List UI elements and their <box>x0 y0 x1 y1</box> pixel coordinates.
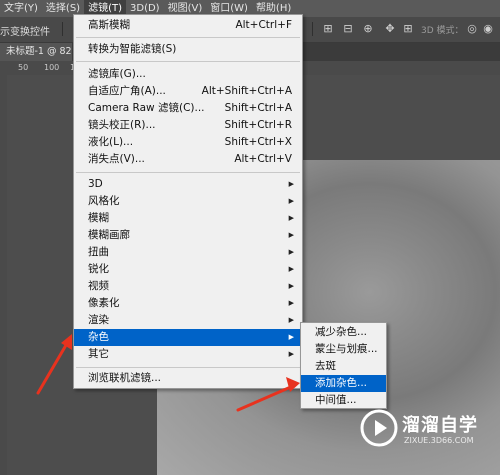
submenu-arrow-icon: ▶ <box>288 316 294 324</box>
menu-item-liquify[interactable]: 液化(L)... Shift+Ctrl+X <box>74 134 302 151</box>
menu-item-label: 模糊画廊 <box>88 229 130 241</box>
menu-item-last-filter[interactable]: 高斯模糊 Alt+Ctrl+F <box>74 17 302 34</box>
roll-icon[interactable]: ◉ <box>482 23 494 35</box>
menu-item-filter-gallery[interactable]: 滤镜库(G)... <box>74 66 302 83</box>
menu-item-stylize[interactable]: 风格化 ▶ <box>74 193 302 210</box>
menu-item-convert-smart-filters[interactable]: 转换为智能滤镜(S) <box>74 41 302 58</box>
menu-item-pixelate[interactable]: 像素化 ▶ <box>74 295 302 312</box>
submenu-item-add-noise[interactable]: 添加杂色... <box>301 375 386 392</box>
menu-item-label: 添加杂色... <box>315 377 368 389</box>
menu-item-label: 中间值... <box>315 394 357 406</box>
menu-item-label: 减少杂色... <box>315 326 368 338</box>
submenu-arrow-icon: ▶ <box>288 333 294 341</box>
filter-menu: 高斯模糊 Alt+Ctrl+F 转换为智能滤镜(S) 滤镜库(G)... 自适应… <box>73 14 303 389</box>
document-tab[interactable]: 未标题-1 @ 82.6 <box>0 43 72 61</box>
options-separator <box>312 22 313 36</box>
menu-item-label: 视频 <box>88 280 109 292</box>
menu-item-label: 像素化 <box>88 297 120 309</box>
menu-item-noise[interactable]: 杂色 ▶ <box>74 329 302 346</box>
options-separator <box>62 22 63 36</box>
submenu-arrow-icon: ▶ <box>288 231 294 239</box>
grid-icon[interactable]: ⊞ <box>402 23 414 35</box>
watermark-logo-icon <box>360 409 398 447</box>
menu-item-label: 其它 <box>88 348 109 360</box>
submenu-item-dust-scratches[interactable]: 蒙尘与划痕... <box>301 341 386 358</box>
menu-item-label: 蒙尘与划痕... <box>315 343 378 355</box>
menu-item-label: 转换为智能滤镜(S) <box>88 43 177 55</box>
menu-separator <box>76 367 300 368</box>
submenu-arrow-icon: ▶ <box>288 299 294 307</box>
vertical-ruler <box>0 75 7 475</box>
noise-submenu: 减少杂色... 蒙尘与划痕... 去斑 添加杂色... 中间值... <box>300 322 387 409</box>
align-center-icon[interactable]: ⊕ <box>362 23 374 35</box>
menu-item-label: 高斯模糊 <box>88 19 130 31</box>
menu-item-shortcut: Shift+Ctrl+X <box>224 136 292 148</box>
menu-item-shortcut: Alt+Ctrl+V <box>234 153 292 165</box>
submenu-item-despeckle[interactable]: 去斑 <box>301 358 386 375</box>
menu-item-label: 消失点(V)... <box>88 153 145 165</box>
menu-item-distort[interactable]: 扭曲 ▶ <box>74 244 302 261</box>
submenu-arrow-icon: ▶ <box>288 350 294 358</box>
distribute-icon[interactable]: ⊟ <box>342 23 354 35</box>
menu-item-browse-online-filters[interactable]: 浏览联机滤镜... <box>74 370 302 387</box>
menu-item-label: 液化(L)... <box>88 136 134 148</box>
menu-item-adaptive-wide-angle[interactable]: 自适应广角(A)... Alt+Shift+Ctrl+A <box>74 83 302 100</box>
menu-item-label: 3D <box>88 178 103 190</box>
menu-item-label: 浏览联机滤镜... <box>88 372 162 384</box>
menu-item-label: 模糊 <box>88 212 109 224</box>
menu-item-video[interactable]: 视频 ▶ <box>74 278 302 295</box>
menu-item-lens-correction[interactable]: 镜头校正(R)... Shift+Ctrl+R <box>74 117 302 134</box>
submenu-arrow-icon: ▶ <box>288 214 294 222</box>
menu-item-label: 滤镜库(G)... <box>88 68 146 80</box>
move-icon[interactable]: ✥ <box>384 23 396 35</box>
show-transform-controls-label[interactable]: 示变换控件 <box>0 23 50 38</box>
watermark-name: 溜溜自学 <box>402 415 478 436</box>
ruler-tick: 100 <box>44 63 60 72</box>
menu-item-label: 风格化 <box>88 195 120 207</box>
menu-item-label: Camera Raw 滤镜(C)... <box>88 102 205 114</box>
menu-item-shortcut: Shift+Ctrl+A <box>224 102 292 114</box>
menu-item-label: 锐化 <box>88 263 109 275</box>
3d-mode-label: 3D 模式： <box>421 26 464 36</box>
menu-item-blur[interactable]: 模糊 ▶ <box>74 210 302 227</box>
menu-item-camera-raw[interactable]: Camera Raw 滤镜(C)... Shift+Ctrl+A <box>74 100 302 117</box>
submenu-arrow-icon: ▶ <box>288 265 294 273</box>
watermark: 溜溜自学 ZIXUE.3D66.COM <box>360 407 496 457</box>
menu-item-sharpen[interactable]: 锐化 ▶ <box>74 261 302 278</box>
submenu-arrow-icon: ▶ <box>288 282 294 290</box>
submenu-arrow-icon: ▶ <box>288 248 294 256</box>
watermark-url: ZIXUE.3D66.COM <box>404 436 474 445</box>
menu-item-vanishing-point[interactable]: 消失点(V)... Alt+Ctrl+V <box>74 151 302 168</box>
menu-separator <box>76 37 300 38</box>
submenu-item-reduce-noise[interactable]: 减少杂色... <box>301 324 386 341</box>
menu-type[interactable]: 文字(Y) <box>0 0 42 17</box>
ruler-tick: 50 <box>18 63 29 72</box>
menu-item-label: 扭曲 <box>88 246 109 258</box>
menu-separator <box>76 61 300 62</box>
menu-item-shortcut: Alt+Shift+Ctrl+A <box>201 85 292 97</box>
menu-item-render[interactable]: 渲染 ▶ <box>74 312 302 329</box>
menu-item-3d[interactable]: 3D ▶ <box>74 176 302 193</box>
menu-item-label: 渲染 <box>88 314 109 326</box>
submenu-arrow-icon: ▶ <box>288 180 294 188</box>
menu-item-shortcut: Alt+Ctrl+F <box>235 19 292 31</box>
orbit-icon[interactable]: ◎ <box>466 23 478 35</box>
menu-item-label: 去斑 <box>315 360 336 372</box>
menu-item-blur-gallery[interactable]: 模糊画廊 ▶ <box>74 227 302 244</box>
align-icon[interactable]: ⊞ <box>322 23 334 35</box>
menu-item-shortcut: Shift+Ctrl+R <box>224 119 292 131</box>
menu-item-other[interactable]: 其它 ▶ <box>74 346 302 363</box>
menu-item-label: 自适应广角(A)... <box>88 85 166 97</box>
submenu-arrow-icon: ▶ <box>288 197 294 205</box>
menu-separator <box>76 172 300 173</box>
menu-item-label: 杂色 <box>88 331 109 343</box>
menu-item-label: 镜头校正(R)... <box>88 119 156 131</box>
